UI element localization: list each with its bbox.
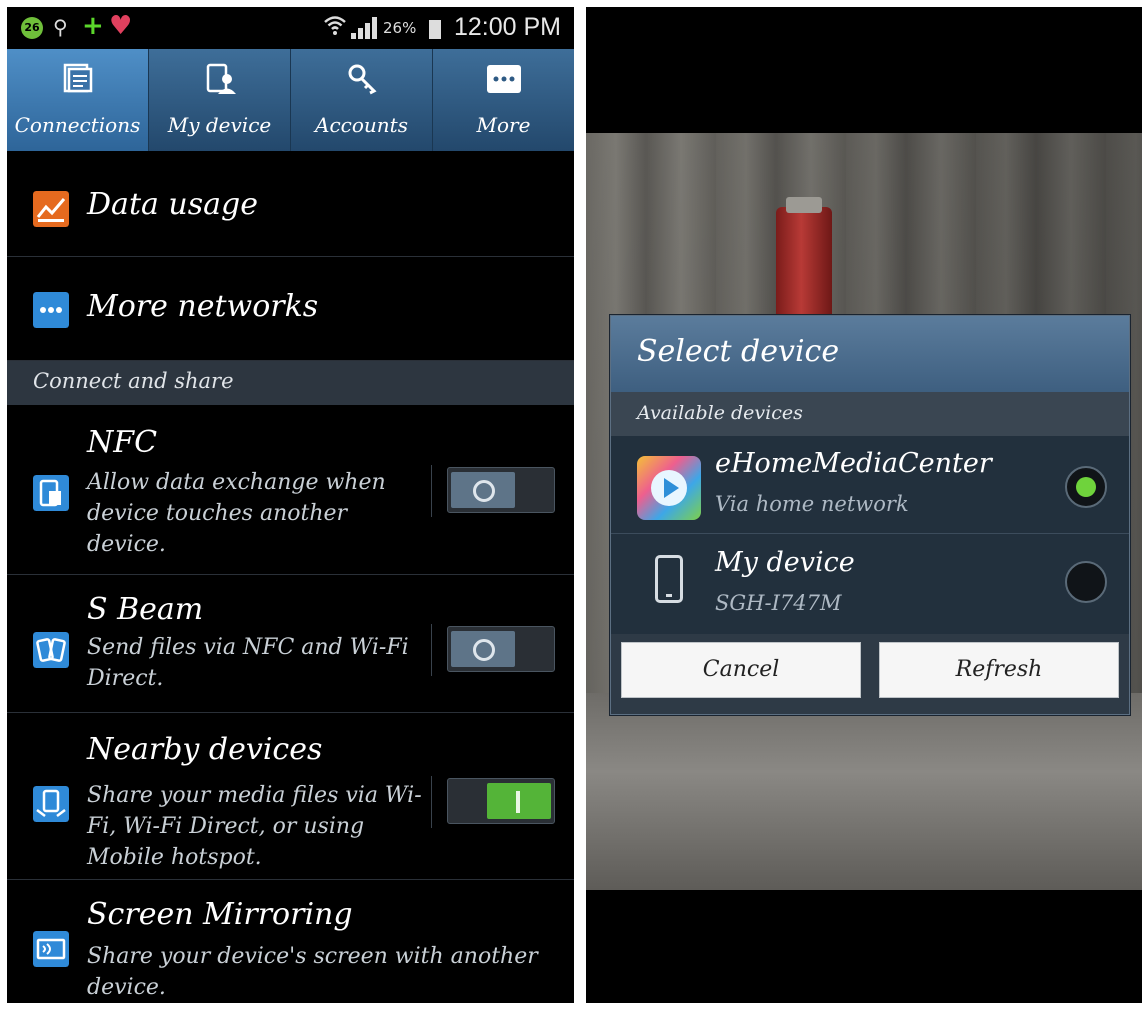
dialog-subheader: Available devices: [611, 392, 1129, 436]
cancel-button[interactable]: Cancel: [621, 642, 861, 698]
screen-mirroring-description: Share your device's screen with another …: [87, 944, 538, 1000]
accounts-icon: [348, 64, 377, 95]
my-device-icon: [206, 63, 236, 94]
device-radio-selected[interactable]: [1065, 466, 1107, 508]
battery-icon: [429, 17, 441, 39]
screen-mirroring-item[interactable]: Screen Mirroring Share your device's scr…: [7, 881, 574, 1003]
dots-icon: [33, 292, 69, 328]
nfc-icon: [33, 475, 69, 511]
device-subtitle: SGH-I747M: [715, 591, 842, 615]
dialog-title: Select device: [637, 334, 840, 369]
device-name: eHomeMediaCenter: [715, 448, 992, 479]
refresh-button[interactable]: Refresh: [879, 642, 1119, 698]
nfc-title: NFC: [87, 425, 158, 460]
tab-connections-label: Connections: [14, 113, 141, 137]
s-beam-icon: [33, 632, 69, 668]
nfc-item[interactable]: NFC Allow data exchange when device touc…: [7, 405, 574, 575]
battery-percent: 26%: [383, 19, 417, 37]
tab-my-device-label: My device: [167, 113, 272, 137]
data-usage-item[interactable]: Data usage: [7, 155, 574, 257]
dialog-title-bar: Select device: [611, 316, 1129, 392]
tab-more[interactable]: More: [433, 49, 574, 151]
floor-shape: [586, 693, 1142, 890]
phone-icon: [655, 555, 683, 603]
more-icon: [486, 65, 521, 93]
clock: 12:00 PM: [454, 13, 562, 41]
tab-connections[interactable]: Connections: [7, 49, 149, 151]
section-header-connect-and-share: Connect and share: [7, 361, 574, 405]
nearby-devices-toggle[interactable]: [447, 778, 555, 824]
device-item-ehomemediacenter[interactable]: eHomeMediaCenter Via home network: [611, 436, 1129, 534]
nearby-devices-title: Nearby devices: [87, 732, 323, 767]
nearby-devices-icon: [33, 786, 69, 822]
device-radio[interactable]: [1065, 561, 1107, 603]
settings-screen: 26 ⚲ + ♥ 26% 12:00 PM Connections My dev…: [7, 7, 574, 1003]
nfc-toggle[interactable]: [447, 467, 555, 513]
nearby-devices-description: Share your media files via Wi-Fi, Wi-Fi …: [87, 783, 422, 870]
signal-icon: [351, 17, 379, 39]
tab-more-label: More: [476, 113, 531, 137]
section-header-label: Connect and share: [33, 369, 234, 393]
more-networks-item[interactable]: More networks: [7, 258, 574, 361]
heart-icon: ♥: [109, 11, 133, 41]
wifi-icon: [323, 13, 347, 43]
select-device-dialog: Select device Available devices eHomeMed…: [610, 315, 1130, 715]
tab-my-device[interactable]: My device: [149, 49, 291, 151]
settings-tab-bar: Connections My device Accounts More: [7, 49, 574, 151]
device-item-my-device[interactable]: My device SGH-I747M: [611, 535, 1129, 633]
tab-accounts-label: Accounts: [315, 113, 408, 137]
s-beam-toggle[interactable]: [447, 626, 555, 672]
nfc-description: Allow data exchange when device touches …: [87, 470, 386, 557]
s-beam-item[interactable]: S Beam Send files via NFC and Wi-Fi Dire…: [7, 576, 574, 713]
device-name: My device: [715, 547, 855, 578]
status-bar: 26 ⚲ + ♥ 26% 12:00 PM: [7, 7, 574, 49]
chart-icon: [33, 191, 69, 227]
s-beam-title: S Beam: [87, 592, 204, 627]
connections-icon: [63, 63, 92, 93]
tab-accounts[interactable]: Accounts: [291, 49, 433, 151]
screen-mirroring-title: Screen Mirroring: [87, 897, 353, 932]
plus-icon: +: [82, 11, 104, 41]
media-center-icon: [637, 456, 701, 520]
data-usage-title: Data usage: [87, 187, 258, 222]
notification-count-badge: 26: [21, 17, 43, 39]
dialog-subheader-label: Available devices: [637, 402, 803, 424]
usb-icon: ⚲: [53, 15, 68, 39]
screen-mirroring-icon: [33, 931, 69, 967]
dialog-button-bar: Cancel Refresh: [611, 634, 1129, 714]
red-bottle-shape: [776, 197, 832, 317]
nearby-devices-item[interactable]: Nearby devices Share your media files vi…: [7, 714, 574, 880]
device-subtitle: Via home network: [715, 492, 909, 516]
more-networks-title: More networks: [87, 289, 319, 324]
s-beam-description: Send files via NFC and Wi-Fi Direct.: [87, 635, 409, 691]
select-device-screen: Select device Available devices eHomeMed…: [586, 7, 1142, 1003]
